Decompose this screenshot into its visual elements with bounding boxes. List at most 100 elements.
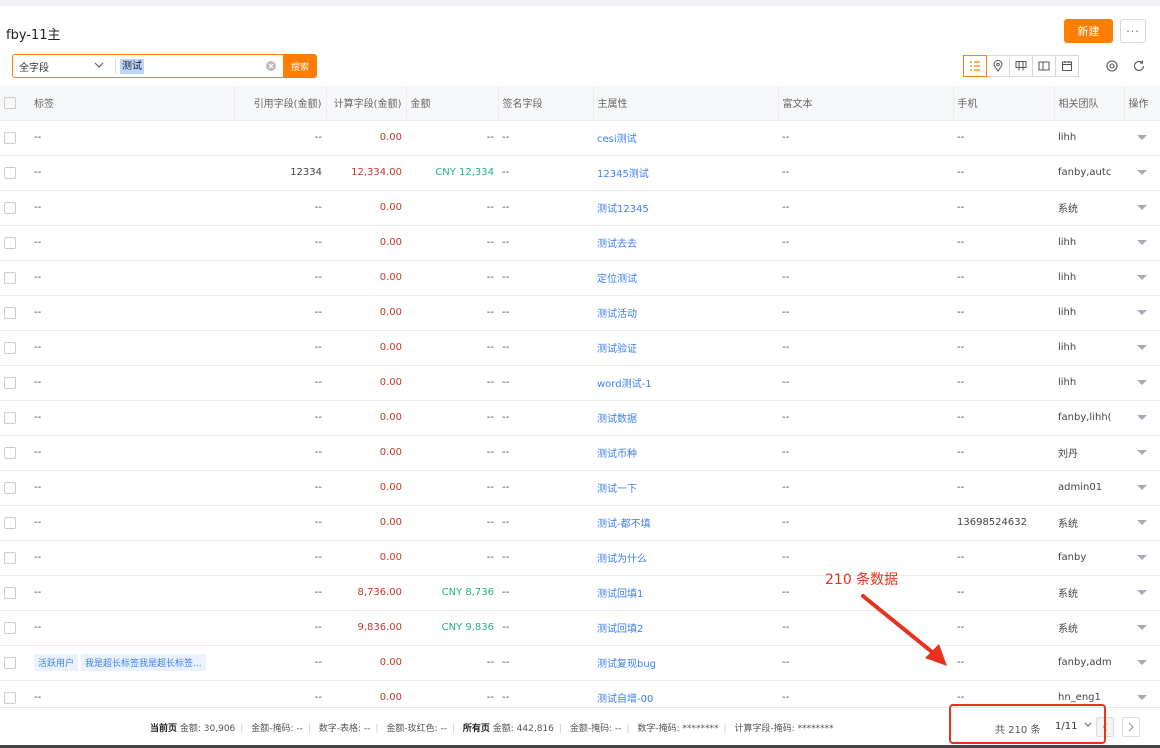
row-actions-dropdown-icon[interactable] bbox=[1137, 345, 1147, 350]
row-checkbox[interactable] bbox=[4, 236, 16, 249]
cell-main-attribute[interactable]: 测试-都不填 bbox=[593, 505, 778, 541]
row-checkbox[interactable] bbox=[4, 516, 16, 529]
table-row[interactable]: -- -- 0.00 -- -- 测试活动 -- -- lihh bbox=[0, 295, 1160, 331]
row-actions-dropdown-icon[interactable] bbox=[1137, 695, 1147, 700]
cell-team: fanby,autc bbox=[1054, 155, 1124, 191]
footer-stat: 金额: 442,816 bbox=[492, 724, 554, 734]
cell-main-attribute[interactable]: 测试币种 bbox=[593, 435, 778, 471]
row-checkbox[interactable] bbox=[4, 691, 16, 704]
table-row[interactable]: -- -- 9,836.00 CNY 9,836 -- 测试回填2 -- -- 系统 bbox=[0, 610, 1160, 646]
table-row[interactable]: -- -- 0.00 -- -- 测试验证 -- -- lihh bbox=[0, 330, 1160, 366]
cell-main-attribute[interactable]: 测试12345 bbox=[593, 190, 778, 226]
row-checkbox[interactable] bbox=[4, 586, 16, 599]
refresh-icon[interactable] bbox=[1131, 58, 1147, 74]
card-view-icon[interactable] bbox=[1032, 55, 1056, 77]
table-row[interactable]: -- -- 0.00 -- -- word测试-1 -- -- lihh bbox=[0, 365, 1160, 401]
row-checkbox[interactable] bbox=[4, 656, 16, 669]
field-select[interactable]: 全字段 bbox=[13, 55, 113, 77]
column-header[interactable]: 计算字段(金额) bbox=[325, 86, 406, 121]
column-header[interactable]: 主属性 bbox=[592, 86, 778, 121]
cell-main-attribute[interactable]: word测试-1 bbox=[593, 365, 778, 401]
cell-rich-text: -- bbox=[778, 155, 953, 191]
row-checkbox[interactable] bbox=[4, 376, 16, 389]
cell-main-attribute[interactable]: 12345测试 bbox=[593, 155, 778, 191]
table-row[interactable]: -- -- 0.00 -- -- 测试数据 -- -- fanby,lihh( bbox=[0, 400, 1160, 436]
cell-main-attribute[interactable]: cesi测试 bbox=[593, 120, 778, 156]
column-header[interactable]: 标签 bbox=[30, 86, 234, 121]
cell-main-attribute[interactable]: 测试活动 bbox=[593, 295, 778, 331]
row-actions-dropdown-icon[interactable] bbox=[1137, 205, 1147, 210]
cell-main-attribute[interactable]: 测试回填2 bbox=[593, 610, 778, 646]
table-row[interactable]: -- -- 0.00 -- -- 测试币种 -- -- 刘丹 bbox=[0, 435, 1160, 471]
table-row[interactable]: 活跃用户 我是超长标签我是超长标签... -- 0.00 -- -- 测试复现bug -- --… bbox=[0, 645, 1160, 681]
row-actions-dropdown-icon[interactable] bbox=[1137, 555, 1147, 560]
row-checkbox[interactable] bbox=[4, 446, 16, 459]
table-row[interactable]: -- 12334 12,334.00 CNY 12,334 -- 12345测试 -- -- f… bbox=[0, 155, 1160, 191]
cell-phone: -- bbox=[953, 400, 1054, 436]
row-checkbox[interactable] bbox=[4, 271, 16, 284]
row-actions-dropdown-icon[interactable] bbox=[1137, 660, 1147, 665]
cell-main-attribute[interactable]: 测试数据 bbox=[593, 400, 778, 436]
column-header[interactable]: 富文本 bbox=[777, 86, 953, 121]
column-header[interactable]: 相关团队 bbox=[1053, 86, 1124, 121]
row-checkbox[interactable] bbox=[4, 621, 16, 634]
list-view-icon[interactable] bbox=[963, 55, 987, 77]
settings-icon[interactable] bbox=[1104, 58, 1120, 74]
row-checkbox[interactable] bbox=[4, 131, 16, 144]
row-actions-dropdown-icon[interactable] bbox=[1137, 240, 1147, 245]
cell-main-attribute[interactable]: 测试一下 bbox=[593, 470, 778, 506]
row-actions-dropdown-icon[interactable] bbox=[1137, 520, 1147, 525]
row-checkbox[interactable] bbox=[4, 411, 16, 424]
cell-main-attribute[interactable]: 测试为什么 bbox=[593, 540, 778, 576]
cell-calc-amount: 0.00 bbox=[326, 400, 406, 436]
column-header[interactable]: 签名字段 bbox=[497, 86, 593, 121]
search-input[interactable]: 测试 bbox=[120, 59, 144, 74]
table-row[interactable]: -- -- 0.00 -- -- 测试去去 -- -- lihh bbox=[0, 225, 1160, 261]
cell-main-attribute[interactable]: 定位测试 bbox=[593, 260, 778, 296]
table-row[interactable]: -- -- 0.00 -- -- 测试-都不填 -- 13698524632 系统 bbox=[0, 505, 1160, 541]
column-header[interactable]: 手机 bbox=[952, 86, 1054, 121]
table-row[interactable]: -- -- 8,736.00 CNY 8,736 -- 测试回填1 -- -- 系统 bbox=[0, 575, 1160, 611]
table-row[interactable]: -- -- 0.00 -- -- 测试一下 -- -- admin01 bbox=[0, 470, 1160, 506]
table-row[interactable]: -- -- 0.00 -- -- 定位测试 -- -- lihh bbox=[0, 260, 1160, 296]
row-actions-dropdown-icon[interactable] bbox=[1137, 170, 1147, 175]
cell-main-attribute[interactable]: 测试回填1 bbox=[593, 575, 778, 611]
row-actions-dropdown-icon[interactable] bbox=[1137, 450, 1147, 455]
table-row[interactable]: -- -- 0.00 -- -- cesi测试 -- -- lihh bbox=[0, 120, 1160, 156]
table-row[interactable]: -- -- 0.00 -- -- 测试12345 -- -- 系统 bbox=[0, 190, 1160, 226]
row-checkbox[interactable] bbox=[4, 551, 16, 564]
row-actions-dropdown-icon[interactable] bbox=[1137, 625, 1147, 630]
row-checkbox[interactable] bbox=[4, 341, 16, 354]
map-view-icon[interactable] bbox=[986, 55, 1010, 77]
row-checkbox[interactable] bbox=[4, 481, 16, 494]
kanban-view-icon[interactable] bbox=[1009, 55, 1033, 77]
calendar-view-icon[interactable] bbox=[1055, 55, 1079, 77]
row-actions-dropdown-icon[interactable] bbox=[1137, 275, 1147, 280]
row-actions-dropdown-icon[interactable] bbox=[1137, 485, 1147, 490]
row-actions-dropdown-icon[interactable] bbox=[1137, 590, 1147, 595]
row-actions-dropdown-icon[interactable] bbox=[1137, 310, 1147, 315]
cell-main-attribute[interactable]: 测试去去 bbox=[593, 225, 778, 261]
cell-main-attribute[interactable]: 测试复现bug bbox=[593, 645, 778, 681]
cell-main-attribute[interactable]: 测试验证 bbox=[593, 330, 778, 366]
row-actions-dropdown-icon[interactable] bbox=[1137, 415, 1147, 420]
table-row[interactable]: -- -- 0.00 -- -- 测试为什么 -- -- fanby bbox=[0, 540, 1160, 576]
row-checkbox[interactable] bbox=[4, 201, 16, 214]
row-actions-dropdown-icon[interactable] bbox=[1137, 135, 1147, 140]
cell-signature: -- bbox=[498, 365, 593, 401]
search-button[interactable]: 搜索 bbox=[283, 54, 317, 78]
row-checkbox[interactable] bbox=[4, 306, 16, 319]
column-header[interactable]: 金额 bbox=[405, 86, 498, 121]
column-header[interactable]: 引用字段(金额) bbox=[233, 86, 326, 121]
new-button[interactable]: 新建 bbox=[1064, 19, 1113, 43]
row-actions-dropdown-icon[interactable] bbox=[1137, 380, 1147, 385]
clear-icon[interactable] bbox=[265, 60, 277, 72]
chevron-right-icon bbox=[1128, 722, 1134, 732]
select-all-checkbox[interactable] bbox=[4, 96, 16, 109]
row-checkbox[interactable] bbox=[4, 166, 16, 179]
cell-ref-amount: -- bbox=[234, 330, 326, 366]
cell-calc-amount: 0.00 bbox=[326, 330, 406, 366]
cell-tag: -- bbox=[30, 120, 234, 156]
more-button[interactable]: ··· bbox=[1120, 19, 1146, 43]
next-page-button[interactable] bbox=[1122, 717, 1140, 737]
